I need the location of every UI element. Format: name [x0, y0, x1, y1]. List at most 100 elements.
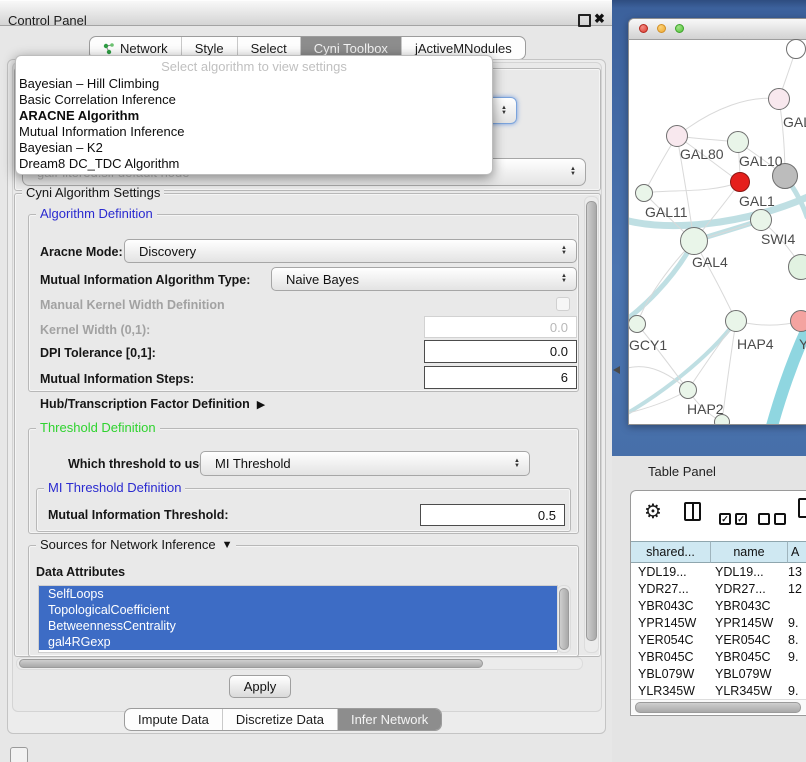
collapsed-panel-icon[interactable]	[10, 747, 28, 762]
tab-infer-network[interactable]: Infer Network	[337, 709, 441, 730]
node-label: GAL80	[680, 146, 724, 162]
table-horizontal-scrollbar-thumb[interactable]	[635, 702, 801, 713]
node-table-body: YDL19...YDL19...13 YDR27...YDR27...12 YB…	[631, 564, 806, 716]
table-panel: Table Panel ⚙ ✓ ✓ shared... name A YDL19…	[612, 456, 806, 762]
mi-type-label: Mutual Information Algorithm Type:	[40, 273, 250, 287]
which-threshold-combobox[interactable]: MI Threshold ▲▼	[200, 451, 530, 476]
sources-title-row[interactable]: Sources for Network Inference ▼	[36, 538, 236, 552]
settings-vertical-scrollbar[interactable]	[584, 196, 599, 653]
manual-kernel-checkbox[interactable]	[556, 297, 570, 311]
which-threshold-value: MI Threshold	[215, 456, 510, 471]
control-panel-titlebar	[0, 0, 612, 26]
list-item-selected[interactable]: BetweennessCentrality	[39, 618, 557, 634]
mi-steps-value: 6	[561, 370, 568, 385]
algorithm-option[interactable]: Bayesian – K2	[16, 140, 492, 156]
network-node[interactable]	[666, 125, 688, 147]
node-label: HAP2	[687, 401, 724, 417]
gear-icon[interactable]: ⚙	[644, 499, 662, 524]
network-node[interactable]	[727, 131, 749, 153]
column-header[interactable]: A	[788, 541, 806, 563]
network-view-window[interactable]: GAL GAL80 GAL10 GAL1 GAL11 SWI4 GAL4 GCY…	[628, 18, 806, 425]
manual-kernel-label: Manual Kernel Width Definition	[40, 298, 225, 312]
network-window-titlebar	[629, 19, 806, 40]
aracne-mode-label: Aracne Mode:	[40, 245, 123, 259]
select-all-columns-icon[interactable]: ✓ ✓	[719, 513, 747, 525]
mi-threshold-definition-title: MI Threshold Definition	[44, 481, 185, 495]
collapse-down-icon[interactable]: ▼	[222, 538, 233, 552]
table-row[interactable]: YDR27...YDR27...12	[631, 581, 806, 598]
network-node[interactable]	[679, 381, 697, 399]
network-node[interactable]	[786, 39, 806, 59]
close-icon[interactable]: ✖	[594, 11, 605, 27]
kernel-width-field[interactable]: 0.0	[424, 316, 577, 338]
table-row[interactable]: YLR345WYLR345W9.	[631, 683, 806, 700]
which-threshold-label: Which threshold to use:	[68, 457, 210, 471]
list-vertical-scrollbar[interactable]	[557, 585, 571, 653]
algorithm-option-selected[interactable]: ARACNE Algorithm	[16, 108, 492, 124]
network-node[interactable]	[628, 315, 646, 333]
columns-icon[interactable]	[684, 502, 701, 521]
algorithm-dropdown-popup: Select algorithm to view settings Bayesi…	[15, 55, 493, 175]
table-row[interactable]: YBL079WYBL079W	[631, 666, 806, 683]
network-node[interactable]	[730, 172, 750, 192]
settings-horizontal-scrollbar[interactable]	[16, 657, 583, 670]
algorithm-option[interactable]: Basic Correlation Inference	[16, 92, 492, 108]
table-horizontal-scrollbar[interactable]	[631, 699, 806, 714]
mi-steps-field[interactable]: 6	[424, 366, 577, 389]
table-row[interactable]: YDL19...YDL19...13	[631, 564, 806, 581]
stepper-icon: ▲▼	[557, 246, 571, 256]
node-label: HAP4	[737, 336, 774, 352]
data-attributes-list: SelfLoops TopologicalCoefficient Between…	[38, 585, 558, 653]
dpi-tolerance-field[interactable]: 0.0	[424, 340, 577, 363]
network-node[interactable]	[790, 310, 806, 332]
algorithm-option[interactable]: Mutual Information Inference	[16, 124, 492, 140]
network-node[interactable]	[750, 209, 772, 231]
network-canvas[interactable]: GAL GAL80 GAL10 GAL1 GAL11 SWI4 GAL4 GCY…	[629, 39, 806, 424]
threshold-definition-title: Threshold Definition	[36, 421, 160, 435]
kernel-width-label: Kernel Width (0,1):	[40, 323, 150, 337]
column-header[interactable]: shared...	[631, 541, 711, 563]
settings-vertical-scrollbar-thumb[interactable]	[586, 201, 597, 641]
table-row[interactable]: YER054CYER054C8.	[631, 632, 806, 649]
settings-horizontal-scrollbar-thumb[interactable]	[19, 659, 483, 668]
list-item-selected[interactable]: SelfLoops	[39, 586, 557, 602]
list-item-selected[interactable]: TopologicalCoefficient	[39, 602, 557, 618]
tab-label: Network	[120, 41, 168, 56]
tab-impute-data[interactable]: Impute Data	[125, 709, 222, 730]
table-row[interactable]: YPR145WYPR145W9.	[631, 615, 806, 632]
mi-threshold-field[interactable]: 0.5	[420, 504, 565, 526]
list-scrollbar-thumb[interactable]	[559, 588, 569, 650]
minimize-traffic-light-icon[interactable]	[657, 24, 666, 33]
node-label: Y	[799, 336, 806, 352]
table-row[interactable]: YBR045CYBR045C9.	[631, 649, 806, 666]
aracne-mode-value: Discovery	[139, 244, 557, 259]
node-label: GAL10	[739, 153, 783, 169]
float-window-icon[interactable]	[578, 14, 591, 27]
table-row[interactable]: YBR043CYBR043C	[631, 598, 806, 615]
column-header[interactable]: name	[711, 541, 788, 563]
close-traffic-light-icon[interactable]	[639, 24, 648, 33]
mi-threshold-label: Mutual Information Threshold:	[48, 508, 229, 522]
stepper-icon: ▲▼	[566, 167, 580, 177]
algorithm-option[interactable]: Bayesian – Hill Climbing	[16, 76, 492, 92]
mi-steps-label: Mutual Information Steps:	[40, 372, 194, 386]
stepper-icon: ▲▼	[497, 106, 511, 116]
deselect-all-columns-icon[interactable]	[758, 513, 786, 525]
node-label: GAL11	[645, 204, 688, 220]
collapse-right-icon[interactable]: ▶	[257, 398, 265, 411]
stepper-icon: ▲▼	[557, 274, 571, 284]
network-node[interactable]	[635, 184, 653, 202]
aracne-mode-combobox[interactable]: Discovery ▲▼	[124, 239, 577, 263]
tab-discretize-data[interactable]: Discretize Data	[222, 709, 337, 730]
algorithm-option[interactable]: Dream8 DC_TDC Algorithm	[16, 156, 492, 172]
network-node[interactable]	[768, 88, 790, 110]
document-icon[interactable]	[798, 498, 806, 518]
mi-type-combobox[interactable]: Naive Bayes ▲▼	[271, 267, 577, 291]
hub-definition-label: Hub/Transcription Factor Definition	[40, 397, 250, 411]
list-item-selected[interactable]: gal4RGexp	[39, 634, 557, 650]
zoom-traffic-light-icon[interactable]	[675, 24, 684, 33]
apply-button[interactable]: Apply	[229, 675, 291, 698]
network-node[interactable]	[725, 310, 747, 332]
hub-definition-section[interactable]: Hub/Transcription Factor Definition ▶	[40, 397, 265, 411]
network-node[interactable]	[680, 227, 708, 255]
